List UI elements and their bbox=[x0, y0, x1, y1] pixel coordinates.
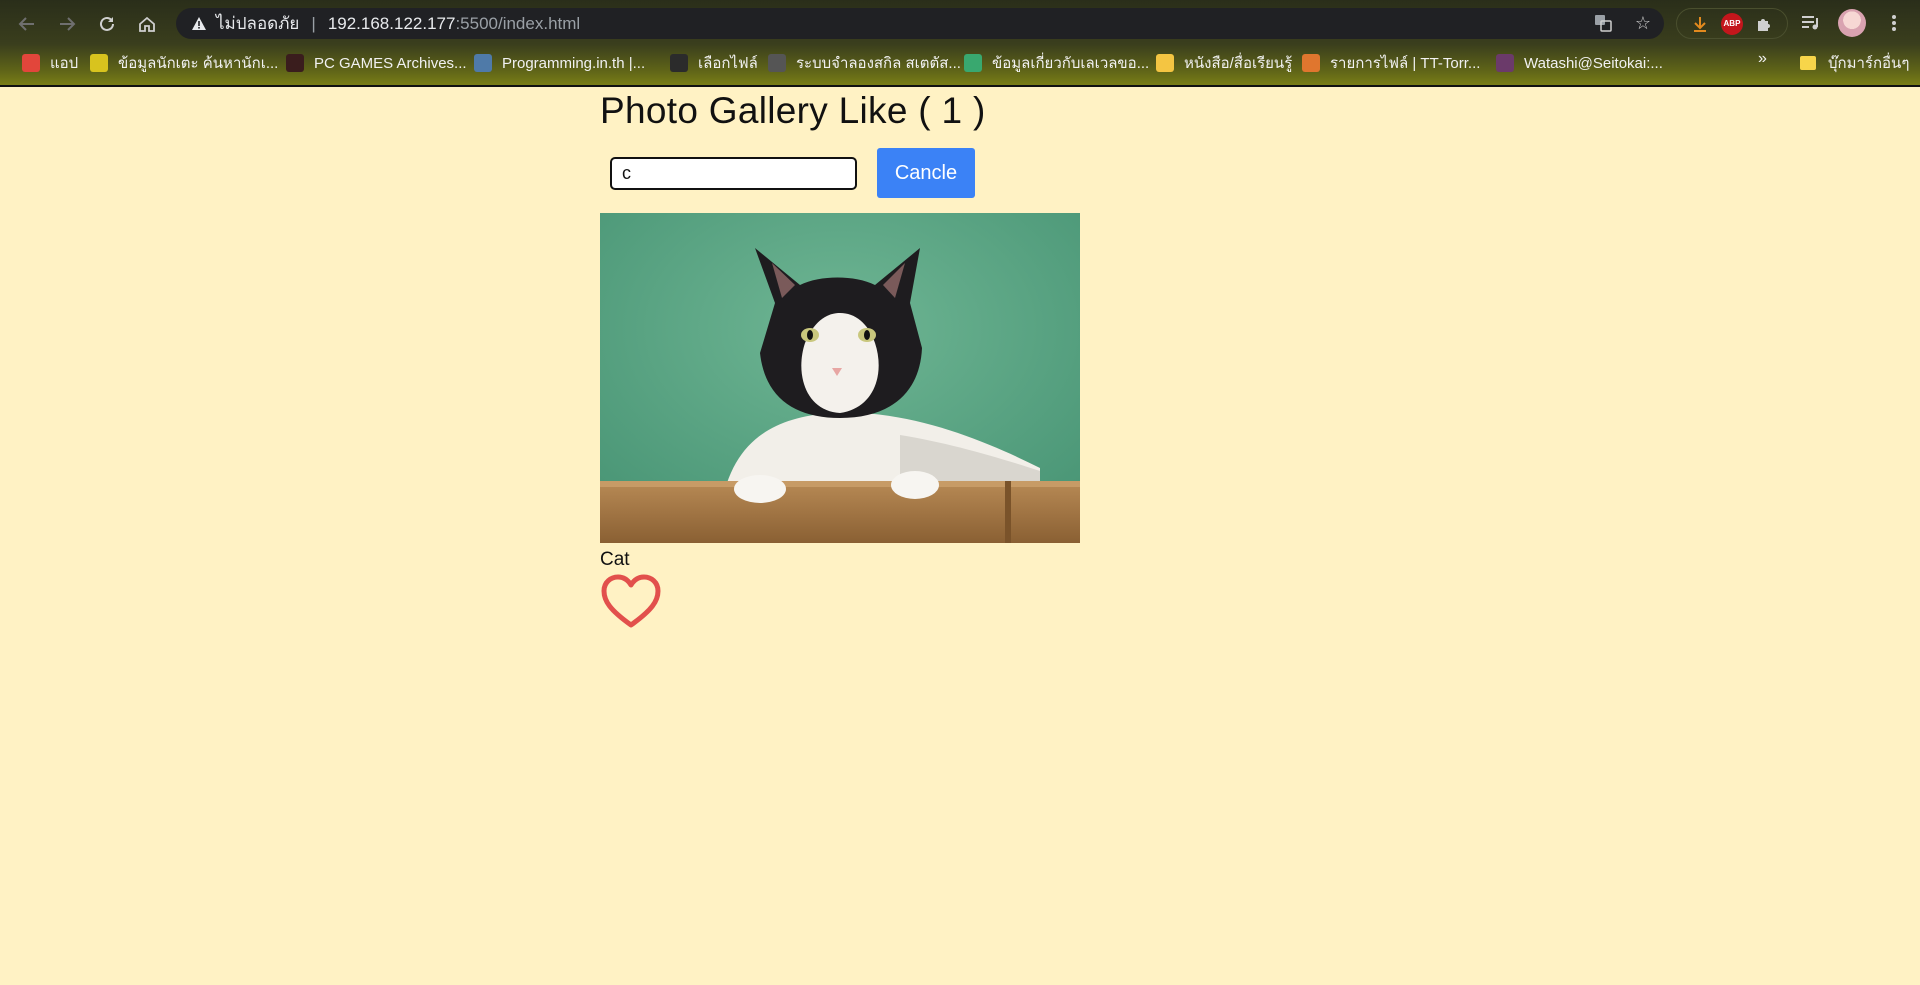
puzzle-icon[interactable] bbox=[1752, 12, 1776, 36]
bookmark-favicon-icon bbox=[474, 54, 492, 72]
home-button[interactable] bbox=[132, 9, 162, 39]
security-label[interactable]: ไม่ปลอดภัย bbox=[216, 10, 299, 37]
url-path: :5500/index.html bbox=[455, 13, 581, 33]
bookmark-item[interactable]: เลือกไฟล์ bbox=[662, 49, 766, 77]
bookmark-star-icon[interactable]: ☆ bbox=[1632, 12, 1654, 34]
photo-caption: Cat bbox=[600, 549, 630, 570]
forward-button[interactable] bbox=[52, 9, 82, 39]
bookmark-item[interactable]: ระบบจำลองสกิล สเตตัส... bbox=[760, 49, 969, 77]
folder-icon bbox=[1800, 56, 1816, 70]
bookmark-favicon-icon bbox=[1156, 54, 1174, 72]
bookmark-favicon-icon bbox=[1302, 54, 1320, 72]
bookmark-favicon-icon bbox=[1496, 54, 1514, 72]
bookmark-item[interactable]: รายการไฟล์ | TT-Torr... bbox=[1294, 49, 1488, 77]
reload-button[interactable] bbox=[92, 9, 122, 39]
translate-icon[interactable] bbox=[1592, 12, 1614, 34]
bookmark-favicon-icon bbox=[768, 54, 786, 72]
bookmark-label: เลือกไฟล์ bbox=[698, 55, 758, 72]
gallery-page: Photo Gallery Like ( 1 ) Cancle bbox=[600, 90, 1080, 628]
bookmark-label: แอป bbox=[50, 55, 79, 72]
page-title: Photo Gallery Like ( 1 ) bbox=[600, 90, 986, 131]
bookmark-label: รายการไฟล์ | TT-Torr... bbox=[1330, 55, 1481, 72]
cancel-button[interactable]: Cancle bbox=[877, 148, 975, 198]
url-host: 192.168.122.177 bbox=[327, 13, 456, 33]
bookmark-favicon-icon bbox=[964, 54, 982, 72]
bookmark-item[interactable]: ข้อมูลนักเตะ ค้นหานักเ... bbox=[82, 49, 286, 77]
bookmark-label: หนังสือ/สื่อเรียนรู้ bbox=[1184, 55, 1293, 72]
bookmark-favicon-icon bbox=[286, 54, 304, 72]
bookmark-item[interactable]: Watashi@Seitokai:... bbox=[1488, 49, 1671, 77]
search-controls: Cancle bbox=[610, 148, 975, 198]
reload-icon bbox=[100, 16, 114, 31]
extensions-group: ABP bbox=[1676, 8, 1788, 39]
heart-icon[interactable] bbox=[600, 573, 662, 631]
arrow-left-icon bbox=[18, 17, 34, 31]
search-input[interactable] bbox=[610, 156, 857, 190]
bookmark-label: ข้อมูลนักเตะ ค้นหานักเ... bbox=[118, 55, 279, 72]
cat-image bbox=[600, 213, 1080, 543]
back-button[interactable] bbox=[12, 9, 42, 39]
bookmark-label: Watashi@Seitokai:... bbox=[1524, 54, 1663, 72]
address-divider: | bbox=[311, 13, 316, 33]
bookmarks-overflow-button[interactable]: » bbox=[1758, 50, 1767, 68]
other-bookmarks-folder[interactable]: บุ๊กมาร์กอื่นๆ bbox=[1800, 46, 1909, 80]
browser-toolbar: ไม่ปลอดภัย | 192.168.122.177:5500/index.… bbox=[0, 0, 1920, 46]
bookmark-item[interactable]: PC GAMES Archives... bbox=[278, 49, 475, 77]
kebab-menu-icon bbox=[1892, 15, 1896, 31]
avatar bbox=[1838, 9, 1866, 37]
home-icon bbox=[139, 16, 155, 32]
menu-button[interactable] bbox=[1880, 9, 1908, 37]
bookmark-item[interactable]: หนังสือ/สื่อเรียนรู้ bbox=[1148, 49, 1300, 77]
media-queue-icon bbox=[1802, 16, 1818, 30]
bookmark-item[interactable]: แอป bbox=[14, 49, 86, 77]
bookmark-label: ข้อมูลเกี่ยวกับเลเวลขอ... bbox=[992, 55, 1150, 72]
address-bar[interactable]: ไม่ปลอดภัย | 192.168.122.177:5500/index.… bbox=[176, 8, 1664, 39]
bookmark-item[interactable]: Programming.in.th |... bbox=[466, 49, 653, 77]
browser-chrome: ไม่ปลอดภัย | 192.168.122.177:5500/index.… bbox=[0, 0, 1920, 87]
reading-list-button[interactable] bbox=[1797, 9, 1825, 37]
other-bookmarks-label: บุ๊กมาร์กอื่นๆ bbox=[1828, 55, 1910, 72]
warning-icon bbox=[190, 15, 208, 33]
adblock-icon[interactable]: ABP bbox=[1720, 12, 1743, 35]
bookmark-label: ระบบจำลองสกิล สเตตัส... bbox=[796, 55, 961, 72]
bookmark-label: PC GAMES Archives... bbox=[314, 54, 467, 72]
bookmark-favicon-icon bbox=[22, 54, 40, 72]
bookmark-label: Programming.in.th |... bbox=[502, 54, 646, 72]
bookmark-favicon-icon bbox=[90, 54, 108, 72]
profile-button[interactable] bbox=[1838, 9, 1866, 37]
arrow-right-icon bbox=[60, 17, 76, 31]
cat-photo[interactable] bbox=[600, 213, 1080, 543]
photo-card: Cat bbox=[600, 213, 1080, 636]
bookmarks-bar: แอป ข้อมูลนักเตะ ค้นหานักเ... PC GAMES Arc… bbox=[0, 46, 1920, 80]
download-icon[interactable] bbox=[1688, 12, 1712, 36]
address-actions: ☆ bbox=[1592, 12, 1654, 34]
bookmark-item[interactable]: ข้อมูลเกี่ยวกับเลเวลขอ... bbox=[956, 49, 1157, 77]
bookmark-favicon-icon bbox=[670, 54, 688, 72]
